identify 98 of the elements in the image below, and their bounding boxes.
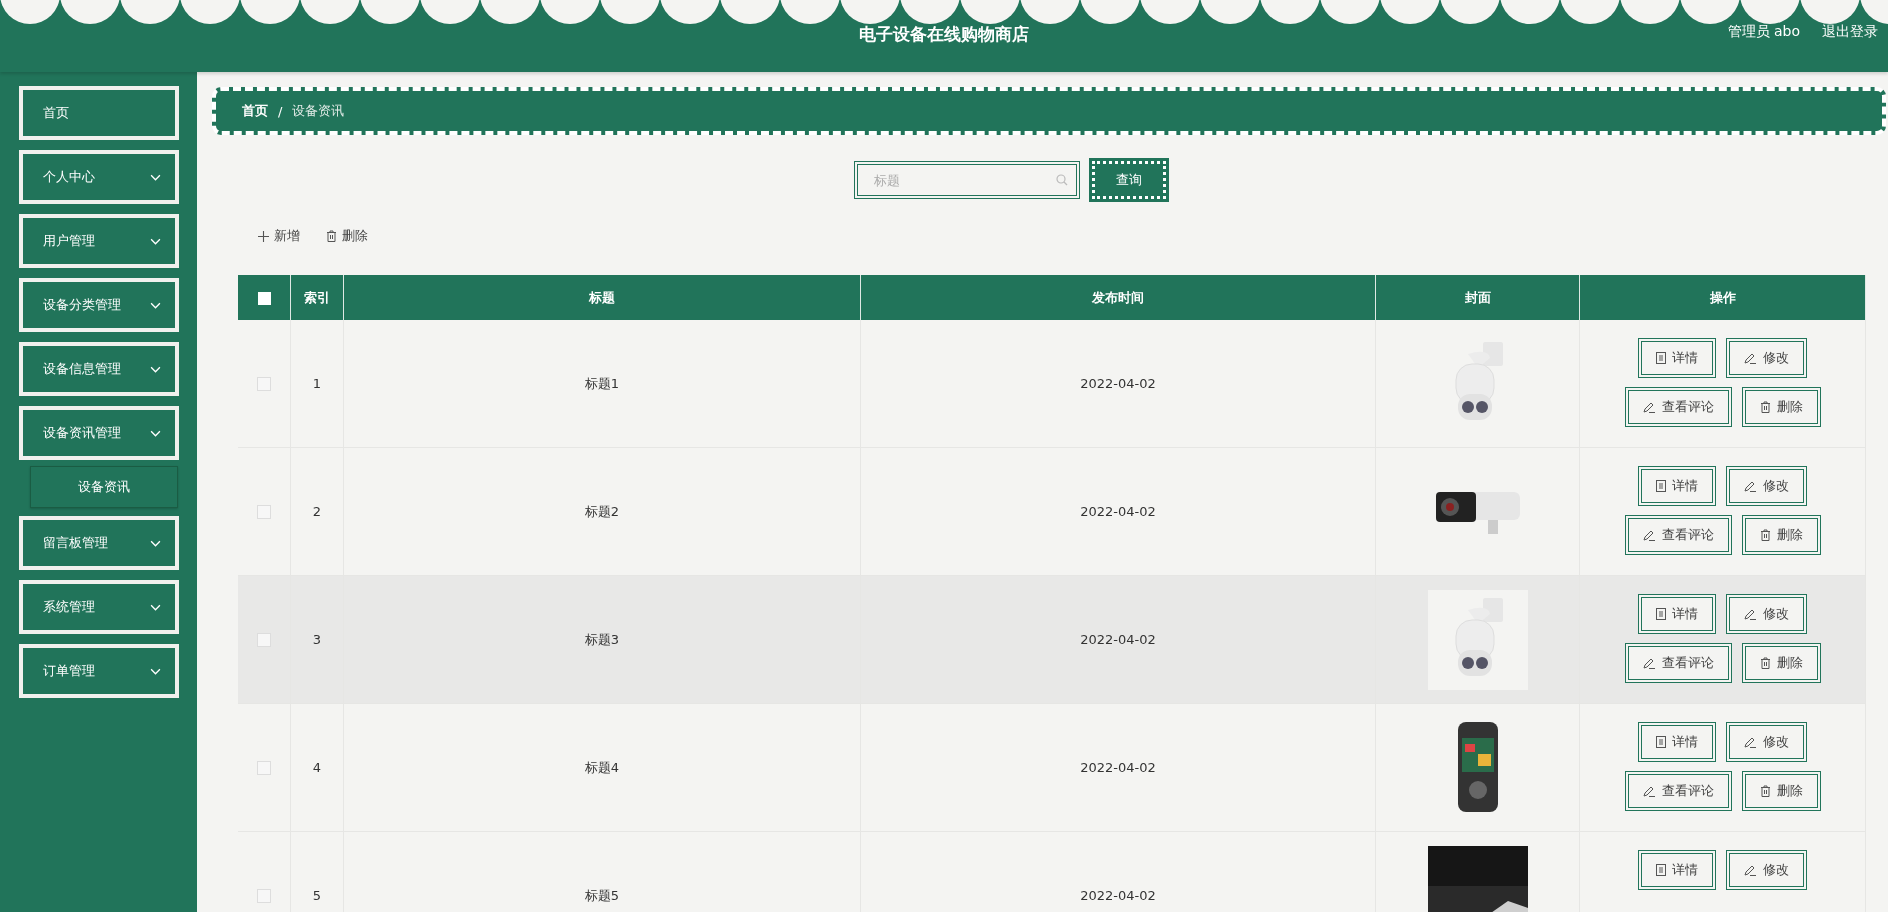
- column-header: 索引: [290, 275, 344, 320]
- table-row[interactable]: 2 标题2 2022-04-02 详情 修改 查看评论 删除: [238, 447, 1866, 576]
- menu-item[interactable]: 留言板管理: [18, 516, 179, 570]
- chevron-down-icon: [149, 365, 161, 373]
- trash-icon: [326, 230, 337, 242]
- table-cell: 1: [312, 376, 322, 391]
- menu-item[interactable]: 设备资讯管理: [18, 406, 179, 460]
- menu-item[interactable]: 个人中心: [18, 150, 179, 204]
- menu-item[interactable]: 首页: [18, 86, 179, 140]
- menu-item[interactable]: 用户管理: [18, 214, 179, 268]
- document-icon: [1656, 608, 1666, 620]
- table-cell: 2022-04-02: [1080, 888, 1156, 903]
- edit-button[interactable]: 修改: [1726, 338, 1807, 378]
- table-cell: 标题3: [584, 631, 620, 647]
- pencil-icon: [1744, 736, 1757, 748]
- table-cell: 2022-04-02: [1080, 504, 1156, 519]
- submenu-item[interactable]: 设备资讯: [29, 466, 178, 508]
- table-cell: 标题1: [584, 375, 620, 391]
- pencil-icon: [1744, 864, 1757, 876]
- table-cell: 标题5: [584, 887, 620, 903]
- details-button[interactable]: 详情: [1638, 722, 1716, 762]
- column-header: 操作: [1579, 275, 1866, 320]
- delete-button[interactable]: 删除: [1741, 771, 1821, 811]
- document-icon: [1656, 736, 1666, 748]
- search-field[interactable]: 标题: [854, 161, 1080, 199]
- delete-button[interactable]: 删除: [1741, 515, 1821, 555]
- pencil-icon: [1642, 529, 1656, 541]
- trash-icon: [1759, 529, 1771, 541]
- table-row[interactable]: 1 标题1 2022-04-02 详情 修改 查看评论 删除: [238, 320, 1866, 448]
- chevron-down-icon: [149, 429, 161, 437]
- column-header: 标题: [343, 275, 861, 320]
- menu-item[interactable]: 设备分类管理: [18, 278, 179, 332]
- trash-icon: [1759, 785, 1771, 797]
- row-checkbox[interactable]: [257, 889, 271, 904]
- query-button[interactable]: 查询: [1092, 161, 1166, 199]
- table-cell: 4: [312, 760, 322, 775]
- table-cell: 2: [312, 504, 322, 519]
- menu-item[interactable]: 设备信息管理: [18, 342, 179, 396]
- chevron-down-icon: [149, 173, 161, 181]
- table-cell: 3: [312, 632, 322, 647]
- pencil-icon: [1642, 785, 1656, 797]
- chevron-down-icon: [149, 301, 161, 309]
- delete-button[interactable]: 删除: [324, 223, 370, 249]
- delete-button[interactable]: 删除: [1741, 643, 1821, 683]
- view-comments-button[interactable]: 查看评论: [1624, 643, 1732, 683]
- menu-item[interactable]: 系统管理: [18, 580, 179, 634]
- trash-icon: [1759, 657, 1771, 669]
- table-cell: 标题2: [584, 503, 620, 519]
- row-checkbox[interactable]: [257, 505, 271, 520]
- row-checkbox[interactable]: [257, 377, 271, 392]
- details-button[interactable]: 详情: [1638, 594, 1716, 634]
- delete-button[interactable]: 删除: [1741, 387, 1821, 427]
- chevron-down-icon: [149, 237, 161, 245]
- table-row[interactable]: 3 标题3 2022-04-02 详情 修改 查看评论 删除: [238, 575, 1866, 704]
- user-name: 管理员 abo: [1727, 23, 1800, 41]
- plus-icon: [258, 230, 269, 242]
- edit-button[interactable]: 修改: [1726, 594, 1807, 634]
- column-header: 封面: [1375, 275, 1580, 320]
- select-all-checkbox[interactable]: [257, 292, 271, 305]
- edit-button[interactable]: 修改: [1726, 722, 1807, 762]
- table-cell: 2022-04-02: [1080, 376, 1156, 391]
- pencil-icon: [1744, 480, 1757, 492]
- breadcrumb-link[interactable]: 设备资讯: [292, 102, 345, 120]
- details-button[interactable]: 详情: [1638, 338, 1716, 378]
- column-header: 发布时间: [860, 275, 1376, 320]
- breadcrumb-separator: /: [278, 103, 283, 119]
- breadcrumb-link[interactable]: 首页: [242, 102, 268, 120]
- trash-icon: [1759, 401, 1771, 413]
- details-button[interactable]: 详情: [1638, 850, 1716, 890]
- table-cell: 标题4: [584, 759, 620, 775]
- view-comments-button[interactable]: 查看评论: [1624, 387, 1732, 427]
- edit-button[interactable]: 修改: [1726, 466, 1807, 506]
- chevron-down-icon: [149, 603, 161, 611]
- document-icon: [1656, 480, 1666, 492]
- pencil-icon: [1744, 352, 1757, 364]
- search-icon: [1056, 174, 1068, 186]
- pencil-icon: [1642, 401, 1656, 413]
- view-comments-button[interactable]: 查看评论: [1624, 515, 1732, 555]
- row-checkbox[interactable]: [257, 761, 271, 776]
- table-cell: 5: [312, 888, 322, 903]
- table-cell: 2022-04-02: [1080, 760, 1156, 775]
- table-row[interactable]: 5 标题5 2022-04-02 详情 修改: [238, 831, 1866, 912]
- table-cell: 2022-04-02: [1080, 632, 1156, 647]
- pencil-icon: [1642, 657, 1656, 669]
- menu-item[interactable]: 订单管理: [18, 644, 179, 698]
- details-button[interactable]: 详情: [1638, 466, 1716, 506]
- logout-link[interactable]: 退出登录: [1822, 23, 1878, 41]
- chevron-down-icon: [149, 667, 161, 675]
- table-row[interactable]: 4 标题4 2022-04-02 详情 修改 查看评论 删除: [238, 703, 1866, 832]
- pencil-icon: [1744, 608, 1757, 620]
- view-comments-button[interactable]: 查看评论: [1624, 771, 1732, 811]
- document-icon: [1656, 864, 1666, 876]
- site-title: 电子设备在线购物商店: [859, 23, 1029, 46]
- document-icon: [1656, 352, 1666, 364]
- row-checkbox[interactable]: [257, 633, 271, 648]
- chevron-down-icon: [149, 539, 161, 547]
- edit-button[interactable]: 修改: [1726, 850, 1807, 890]
- add-button[interactable]: 新增: [256, 223, 302, 249]
